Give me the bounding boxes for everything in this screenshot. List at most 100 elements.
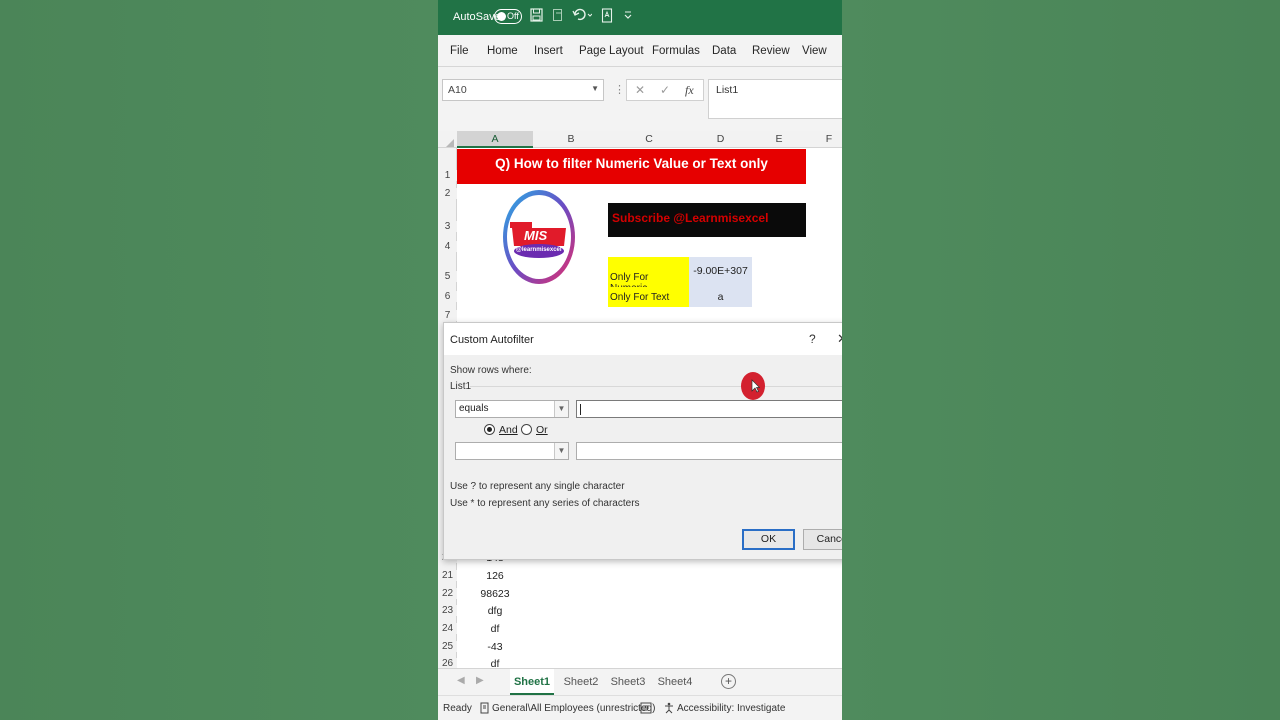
row-header[interactable]: 6 [438, 291, 457, 302]
cancel-button[interactable]: Cancel [803, 529, 842, 550]
sensitivity-label[interactable]: General\All Employees (unrestricted) [492, 703, 655, 714]
sheet-tab-sheet2[interactable]: Sheet2 [559, 669, 603, 695]
sheet-tabs: ◀ ▶ Sheet1 Sheet2 Sheet3 Sheet4 + [438, 668, 842, 695]
column-headers: A B C D E F [438, 131, 842, 148]
operator-select-1[interactable]: equals ▼ [455, 400, 569, 418]
column-header-f[interactable]: F [806, 133, 842, 145]
column-header-d[interactable]: D [689, 133, 752, 145]
row-header[interactable]: 7 [438, 310, 457, 321]
chevron-down-icon[interactable]: ▼ [554, 443, 568, 459]
row-header[interactable]: 5 [438, 271, 457, 282]
more-options-icon[interactable]: ⋮ [614, 83, 625, 96]
function-icon[interactable]: fx [685, 83, 694, 98]
enter-icon[interactable]: ✓ [660, 83, 670, 97]
list-item[interactable]: 98623 [457, 588, 533, 600]
formula-buttons: ✕ ✓ fx [626, 79, 704, 101]
chevron-down-icon[interactable]: ▼ [554, 401, 568, 417]
tab-review[interactable]: Review [752, 45, 790, 57]
sheet-title-cell[interactable]: Q) How to filter Numeric Value or Text o… [457, 149, 806, 184]
formula-input[interactable]: List1 [708, 79, 842, 119]
add-sheet-icon[interactable]: + [721, 674, 736, 689]
ok-button[interactable]: OK [742, 529, 795, 550]
ribbon-tabs: File Home Insert Page Layout Formulas Da… [438, 35, 842, 67]
macro-recording-icon[interactable] [640, 702, 652, 717]
help-icon[interactable]: ? [809, 332, 816, 346]
tab-home[interactable]: Home [487, 45, 518, 57]
divider [470, 386, 842, 387]
customize-toolbar-icon[interactable] [624, 10, 632, 22]
close-icon[interactable]: ✕ [837, 331, 842, 347]
column-header-c[interactable]: C [609, 133, 689, 145]
and-radio[interactable] [484, 424, 495, 435]
sheet-tab-sheet4[interactable]: Sheet4 [653, 669, 697, 695]
row-header[interactable]: 1 [438, 170, 457, 181]
background-right [842, 0, 1280, 720]
undo-icon[interactable] [572, 7, 593, 26]
redo-icon[interactable] [552, 8, 565, 25]
and-radio-label[interactable]: And [499, 424, 518, 436]
accessibility-icon[interactable] [663, 702, 675, 717]
text-label-cell[interactable]: Only For Text [608, 287, 689, 307]
tab-data[interactable]: Data [712, 45, 736, 57]
background-left [0, 0, 438, 720]
logo-subtext: @learnmisexcel [516, 247, 562, 253]
numeric-label-cell-text[interactable]: Only For Numeric [608, 267, 689, 294]
tab-formulas[interactable]: Formulas [652, 45, 700, 57]
list-item[interactable]: 126 [457, 570, 533, 582]
or-radio-label[interactable]: Or [536, 424, 548, 436]
cancel-icon[interactable]: ✕ [635, 83, 645, 97]
text-value-cell[interactable]: a [689, 287, 752, 307]
value-input-2[interactable] [576, 442, 842, 460]
sheet-tab-sheet3[interactable]: Sheet3 [606, 669, 650, 695]
row-header[interactable]: 22 [438, 588, 457, 599]
logo-text: MIS [524, 228, 548, 243]
numeric-value-cell[interactable]: -9.00E+307 [689, 257, 752, 287]
field-name-label: List1 [450, 381, 472, 392]
column-header-e[interactable]: E [752, 133, 806, 145]
name-box[interactable]: A10 ▼ [442, 79, 604, 101]
hint-series-chars: Use * to represent any series of charact… [450, 498, 640, 509]
show-rows-label: Show rows where: [450, 365, 532, 376]
tab-view[interactable]: View [802, 45, 827, 57]
name-box-value: A10 [448, 84, 467, 96]
mis-logo: MIS @learnmisexcel [502, 188, 577, 286]
operator-select-1-value: equals [459, 403, 489, 414]
row-header[interactable]: 21 [438, 570, 457, 581]
column-header-b[interactable]: B [533, 133, 609, 145]
or-radio[interactable] [521, 424, 532, 435]
list-item[interactable]: df [457, 623, 533, 635]
touch-mode-icon[interactable] [601, 8, 613, 26]
tab-file[interactable]: File [450, 45, 469, 57]
subscribe-cell[interactable]: Subscribe @Learnmisexcel [608, 203, 806, 237]
row-header[interactable]: 3 [438, 221, 457, 232]
text-caret [580, 404, 581, 415]
row-header[interactable]: 4 [438, 241, 457, 252]
save-icon[interactable] [530, 8, 543, 25]
tab-insert[interactable]: Insert [534, 45, 563, 57]
row-header[interactable]: 24 [438, 623, 457, 634]
mouse-pointer-icon [751, 379, 761, 396]
tab-page-layout[interactable]: Page Layout [579, 45, 644, 57]
list-item[interactable]: dfg [457, 605, 533, 617]
dialog-title: Custom Autofilter [450, 334, 534, 346]
status-bar: Ready General\All Employees (unrestricte… [438, 695, 842, 720]
formula-bar: A10 ▼ ⋮ ✕ ✓ fx List1 [438, 67, 842, 131]
value-input-1[interactable] [576, 400, 842, 418]
list-item[interactable]: -43 [457, 641, 533, 653]
custom-autofilter-dialog: Custom Autofilter ? ✕ Show rows where: L… [443, 322, 842, 560]
row-header[interactable]: 2 [438, 188, 457, 199]
column-header-a[interactable]: A [457, 131, 533, 148]
accessibility-label[interactable]: Accessibility: Investigate [677, 703, 785, 714]
autosave-toggle[interactable]: Off [494, 9, 522, 24]
title-bar: AutoSave Off [438, 0, 842, 35]
operator-select-2[interactable]: ▼ [455, 442, 569, 460]
sheet-tab-sheet1[interactable]: Sheet1 [510, 669, 554, 695]
excel-window: AutoSave Off File Home Insert Page Layou… [438, 0, 842, 720]
tab-scroll-left-icon[interactable]: ◀ [457, 675, 465, 686]
sensitivity-icon [480, 702, 489, 717]
row-header[interactable]: 23 [438, 605, 457, 616]
tab-scroll-right-icon[interactable]: ▶ [476, 675, 484, 686]
row-header[interactable]: 25 [438, 641, 457, 652]
chevron-down-icon[interactable]: ▼ [591, 84, 599, 93]
hint-single-char: Use ? to represent any single character [450, 481, 625, 492]
